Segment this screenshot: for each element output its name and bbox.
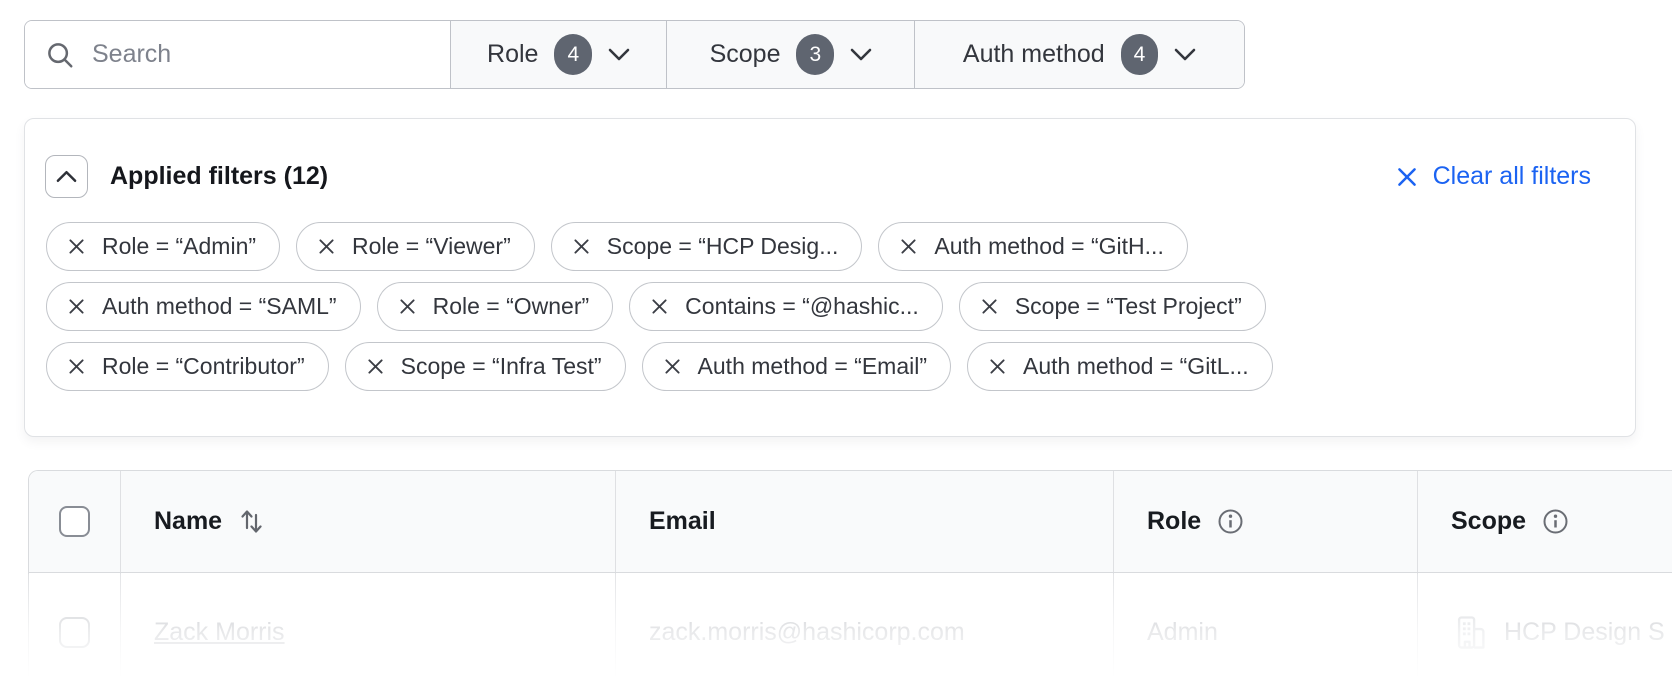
search-icon xyxy=(45,40,75,70)
user-role-text: Admin xyxy=(1147,618,1218,647)
filter-pill-label: Auth method = “GitH... xyxy=(934,233,1163,260)
clear-all-filters-label: Clear all filters xyxy=(1433,162,1591,191)
filter-pill-label: Auth method = “GitL... xyxy=(1023,353,1249,380)
filter-pill-label: Role = “Viewer” xyxy=(352,233,511,260)
remove-filter-icon[interactable] xyxy=(662,356,683,377)
pill-row-1: Role = “Admin” Role = “Viewer” Scope = “… xyxy=(46,222,1615,271)
row-scope-cell: HCP Design S xyxy=(1418,573,1672,690)
filter-pill: Scope = “Test Project” xyxy=(959,282,1266,331)
filter-pill: Auth method = “GitH... xyxy=(878,222,1187,271)
filter-pill: Role = “Viewer” xyxy=(296,222,535,271)
clear-all-filters-button[interactable]: Clear all filters xyxy=(1394,162,1591,191)
applied-filters-header: Applied filters (12) Clear all filters xyxy=(45,155,1591,198)
filter-pill: Auth method = “SAML” xyxy=(46,282,361,331)
email-column-label: Email xyxy=(649,507,716,536)
filter-pill: Auth method = “GitL... xyxy=(967,342,1273,391)
close-icon xyxy=(1394,164,1420,190)
filter-pill-label: Role = “Owner” xyxy=(433,293,590,320)
search-input[interactable] xyxy=(92,40,430,69)
auth-method-filter-dropdown[interactable]: Auth method 4 xyxy=(915,21,1244,88)
scope-filter-dropdown[interactable]: Scope 3 xyxy=(667,21,915,88)
remove-filter-icon[interactable] xyxy=(66,356,87,377)
filter-pill-label: Role = “Contributor” xyxy=(102,353,305,380)
search-box[interactable] xyxy=(25,21,451,88)
role-filter-dropdown[interactable]: Role 4 xyxy=(451,21,668,88)
remove-filter-icon[interactable] xyxy=(898,236,919,257)
row-email-cell: zack.morris@hashicorp.com xyxy=(616,573,1114,690)
filter-pill-label: Auth method = “SAML” xyxy=(102,293,337,320)
user-scope-text: HCP Design S xyxy=(1504,618,1665,647)
auth-method-dropdown-label: Auth method xyxy=(963,40,1105,69)
org-icon xyxy=(1451,614,1488,651)
role-count-badge: 4 xyxy=(554,34,592,75)
chevron-down-icon xyxy=(608,48,630,61)
filter-pill: Contains = “@hashic... xyxy=(629,282,943,331)
info-icon[interactable] xyxy=(1542,508,1569,535)
column-header-name[interactable]: Name xyxy=(121,471,616,572)
remove-filter-icon[interactable] xyxy=(66,296,87,317)
applied-filters-panel: Applied filters (12) Clear all filters R… xyxy=(24,118,1636,437)
filter-pill-label: Role = “Admin” xyxy=(102,233,256,260)
remove-filter-icon[interactable] xyxy=(365,356,386,377)
pill-row-3: Role = “Contributor” Scope = “Infra Test… xyxy=(46,342,1615,391)
chevron-down-icon xyxy=(850,48,872,61)
chevron-down-icon xyxy=(1174,48,1196,61)
remove-filter-icon[interactable] xyxy=(66,236,87,257)
column-header-scope: Scope xyxy=(1418,471,1672,572)
header-checkbox-cell xyxy=(29,471,121,572)
scope-dropdown-label: Scope xyxy=(710,40,781,69)
filter-pill: Scope = “Infra Test” xyxy=(345,342,626,391)
row-checkbox-cell xyxy=(29,573,121,690)
user-email-text: zack.morris@hashicorp.com xyxy=(649,618,965,647)
filter-pill: Role = “Admin” xyxy=(46,222,280,271)
row-checkbox[interactable] xyxy=(59,617,90,648)
pill-row-2: Auth method = “SAML” Role = “Owner” Cont… xyxy=(46,282,1615,331)
remove-filter-icon[interactable] xyxy=(979,296,1000,317)
name-column-label: Name xyxy=(154,507,222,536)
filter-pill-label: Scope = “HCP Desig... xyxy=(607,233,839,260)
filter-pill: Role = “Owner” xyxy=(377,282,614,331)
scope-count-badge: 3 xyxy=(796,34,834,75)
select-all-checkbox[interactable] xyxy=(59,506,90,537)
chevron-up-icon xyxy=(56,170,77,183)
auth-method-count-badge: 4 xyxy=(1121,34,1159,75)
table-header-row: Name Email Role Scope xyxy=(29,471,1672,573)
column-header-role: Role xyxy=(1114,471,1418,572)
table-row: Zack Morris zack.morris@hashicorp.com Ad… xyxy=(29,573,1672,690)
filter-bar: Role 4 Scope 3 Auth method 4 xyxy=(24,20,1245,89)
remove-filter-icon[interactable] xyxy=(649,296,670,317)
sort-icon xyxy=(238,507,265,536)
column-header-email: Email xyxy=(616,471,1114,572)
filter-pill: Role = “Contributor” xyxy=(46,342,329,391)
role-column-label: Role xyxy=(1147,507,1201,536)
role-dropdown-label: Role xyxy=(487,40,538,69)
collapse-filters-button[interactable] xyxy=(45,155,88,198)
filter-pill: Scope = “HCP Desig... xyxy=(551,222,863,271)
filter-pill-label: Contains = “@hashic... xyxy=(685,293,919,320)
remove-filter-icon[interactable] xyxy=(316,236,337,257)
filter-pill-label: Scope = “Test Project” xyxy=(1015,293,1242,320)
filter-pill: Auth method = “Email” xyxy=(642,342,951,391)
users-table: Name Email Role Scope Zack Morris xyxy=(28,470,1672,690)
filter-pill-label: Scope = “Infra Test” xyxy=(401,353,602,380)
remove-filter-icon[interactable] xyxy=(397,296,418,317)
row-name-cell: Zack Morris xyxy=(121,573,616,690)
remove-filter-icon[interactable] xyxy=(987,356,1008,377)
row-role-cell: Admin xyxy=(1114,573,1418,690)
applied-filters-title: Applied filters (12) xyxy=(110,162,328,191)
user-name-link[interactable]: Zack Morris xyxy=(154,618,285,647)
filter-pill-label: Auth method = “Email” xyxy=(698,353,927,380)
remove-filter-icon[interactable] xyxy=(571,236,592,257)
info-icon[interactable] xyxy=(1217,508,1244,535)
scope-column-label: Scope xyxy=(1451,507,1526,536)
filter-pill-rows: Role = “Admin” Role = “Viewer” Scope = “… xyxy=(46,222,1615,391)
